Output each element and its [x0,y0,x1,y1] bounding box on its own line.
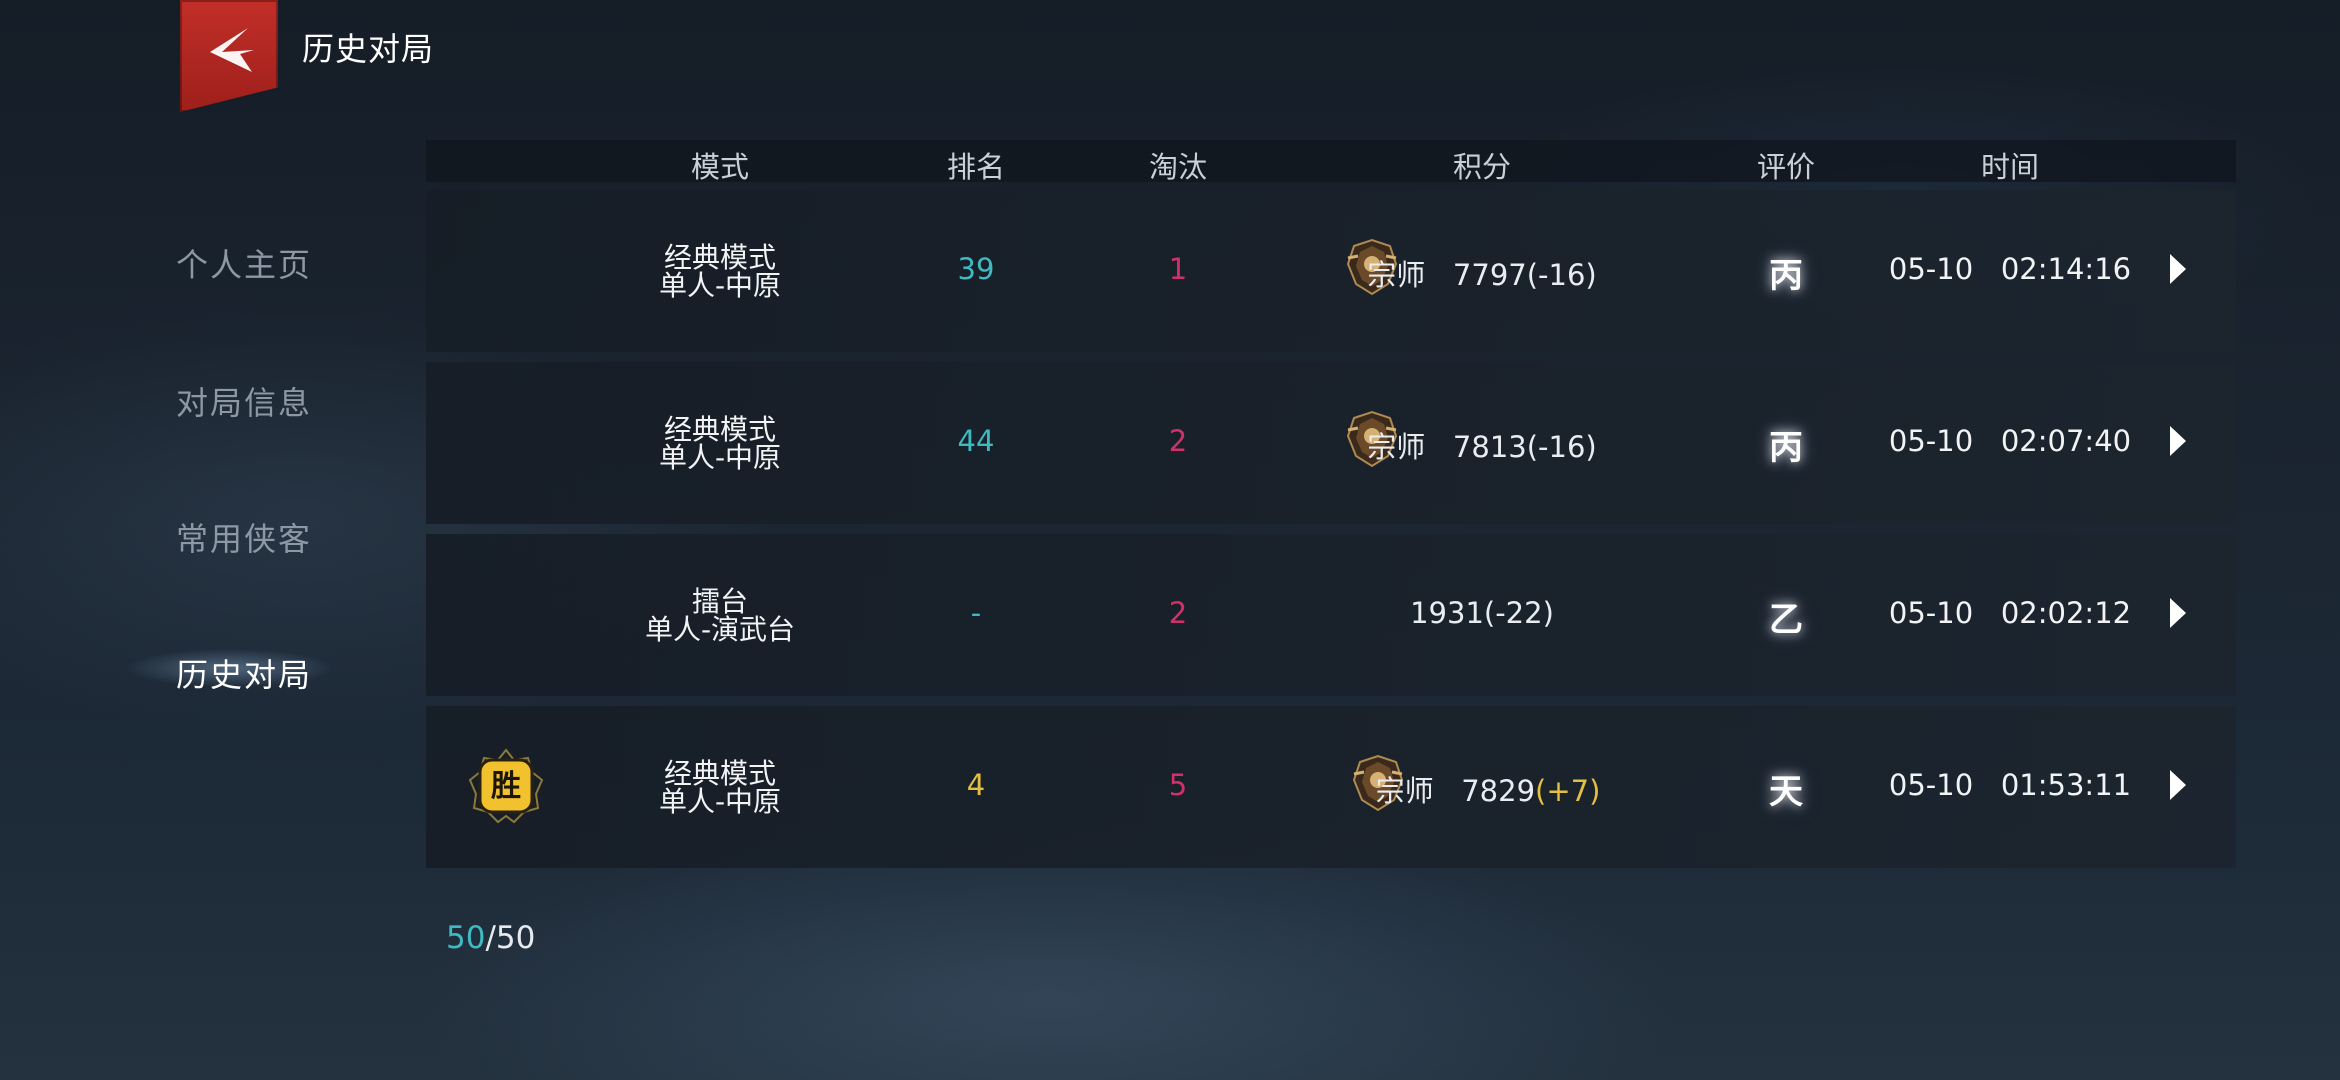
table-row[interactable]: 经典模式 单人-中原 39 1 宗师 7797(-16) 丙 05-10 02:… [426,190,2236,352]
column-header-time: 时间 [1980,150,2040,184]
mode-cell: 经典模式 单人-中原 [659,760,781,816]
grade-value: 丙 [1769,256,1803,296]
column-header-mode: 模式 [690,150,750,184]
mode-cell: 经典模式 单人-中原 [659,416,781,472]
column-header-grade: 评价 [1756,150,1816,184]
mode-name: 擂台 [691,585,749,618]
score-cell: 宗师 7813(-16) [1367,424,1596,466]
mode-name: 经典模式 [663,241,777,274]
score-cell: 1931(-22) [1410,596,1554,630]
mode-name: 经典模式 [663,757,777,790]
mode-map: 单人-中原 [658,785,782,818]
sidebar-item-history[interactable]: 历史对局 [176,650,312,696]
match-time: 02:07:40 [2000,424,2132,458]
score-delta: (-22) [1483,596,1554,630]
tier-label: 宗师 [1367,430,1426,464]
page-counter: 50/50 [446,920,535,956]
eliminations-value: 2 [1168,424,1188,458]
page-current: 50 [446,920,486,956]
score-value: 7797 [1452,258,1527,292]
rank-value: - [970,596,982,630]
time-cell: 05-10 02:14:16 [1889,252,2131,286]
page-total: 50 [495,920,536,956]
time-cell: 05-10 01:53:11 [1889,768,2131,802]
score-cell: 宗师 7797(-16) [1367,252,1596,294]
mode-name: 经典模式 [663,413,777,446]
match-date: 05-10 [1888,424,1974,458]
table-row[interactable]: 擂台 单人-演武台 - 2 1931(-22) 乙 05-10 02:02:12 [426,534,2236,696]
score-delta: (-16) [1526,258,1597,292]
tier-label: 宗师 [1367,258,1426,292]
rank-value: 39 [957,252,995,286]
score-value: 7829 [1461,774,1536,808]
column-header-score: 积分 [1452,150,1512,184]
play-arrow-icon[interactable] [2170,770,2186,800]
sidebar-item-match-info[interactable]: 对局信息 [176,378,312,424]
back-chevron-icon [210,28,254,72]
grade-value: 丙 [1769,428,1803,468]
column-header-eliminations: 淘汰 [1148,150,1208,184]
table-row[interactable]: 胜 经典模式 单人-中原 4 5 宗师 7829(+7) 天 05-10 01:… [426,706,2236,868]
play-arrow-icon[interactable] [2170,426,2186,456]
eliminations-value: 1 [1168,252,1188,286]
mode-map: 单人-中原 [658,269,782,302]
match-time: 02:02:12 [2000,596,2132,630]
rank-value: 4 [966,768,986,802]
page-separator: / [485,920,496,956]
play-arrow-icon[interactable] [2170,598,2186,628]
table-row[interactable]: 经典模式 单人-中原 44 2 宗师 7813(-16) 丙 05-10 02:… [426,362,2236,524]
score-value: 7813 [1452,430,1527,464]
match-date: 05-10 [1888,768,1974,802]
page-title: 历史对局 [302,30,435,68]
eliminations-value: 5 [1168,768,1188,802]
table-header: 模式 排名 淘汰 积分 评价 时间 [426,140,2236,184]
sidebar-item-heroes[interactable]: 常用侠客 [176,514,312,560]
score-delta: (+7) [1535,774,1601,808]
time-cell: 05-10 02:07:40 [1889,424,2131,458]
win-badge-icon: 胜 [468,748,544,824]
match-time: 02:14:16 [2000,252,2132,286]
grade-value: 天 [1769,772,1803,812]
time-cell: 05-10 02:02:12 [1889,596,2131,630]
score-delta: (-16) [1526,430,1597,464]
match-date: 05-10 [1888,596,1974,630]
match-time: 01:53:11 [2000,768,2132,802]
rank-value: 44 [957,424,995,458]
sidebar-item-profile[interactable]: 个人主页 [176,240,312,286]
score-cell: 宗师 7829(+7) [1376,768,1601,810]
eliminations-value: 2 [1168,596,1188,630]
column-header-rank: 排名 [946,150,1006,184]
mode-map: 单人-演武台 [644,613,796,646]
grade-value: 乙 [1769,600,1803,640]
mode-map: 单人-中原 [658,441,782,474]
score-value: 1931 [1410,596,1484,630]
tier-label: 宗师 [1375,774,1434,808]
play-arrow-icon[interactable] [2170,254,2186,284]
win-label: 胜 [491,769,521,804]
mode-cell: 擂台 单人-演武台 [645,588,795,644]
mode-cell: 经典模式 单人-中原 [659,244,781,300]
match-date: 05-10 [1888,252,1974,286]
